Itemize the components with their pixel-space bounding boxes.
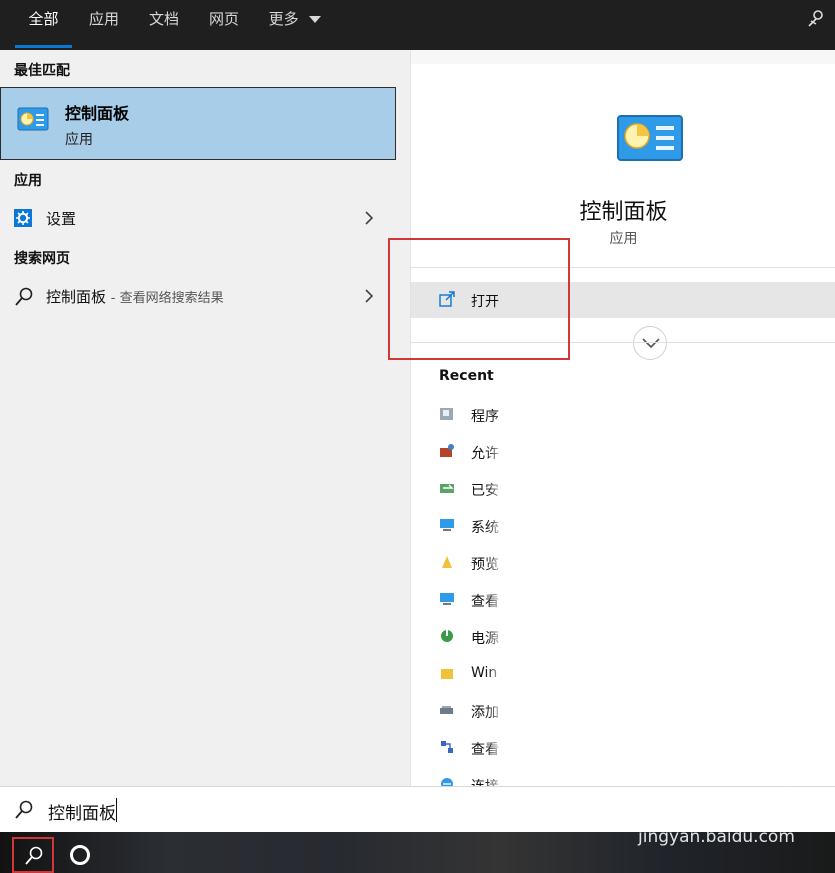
search-icon bbox=[14, 287, 34, 311]
settings-result[interactable]: 设置 bbox=[0, 200, 396, 236]
results-panel: 最佳匹配 控制面板 应用 应用 设置 搜索网页 控制面板 - 查看网络搜索结果 bbox=[0, 50, 410, 786]
best-match-title: 控制面板 bbox=[65, 104, 130, 123]
tab-all[interactable]: 全部 bbox=[15, 0, 72, 50]
blurred-region bbox=[495, 420, 751, 800]
cortana-icon[interactable] bbox=[70, 845, 90, 865]
web-search-result[interactable]: 控制面板 - 查看网络搜索结果 bbox=[0, 278, 396, 314]
programs-icon bbox=[439, 406, 455, 426]
control-panel-icon bbox=[17, 107, 49, 137]
folder-icon bbox=[439, 665, 455, 685]
updates-icon bbox=[439, 480, 457, 500]
best-match-subtitle: 应用 bbox=[65, 132, 93, 148]
preview-card: 控制面板 应用 打开 Recent 程序 允许 已安 系统 预览 查看 电源 W… bbox=[411, 64, 835, 800]
web-result-label: 控制面板 - 查看网络搜索结果 bbox=[46, 286, 224, 307]
recent-item-label: Win bbox=[471, 665, 498, 681]
text-caret bbox=[116, 798, 117, 822]
system-info-icon bbox=[439, 591, 455, 611]
control-panel-large-icon bbox=[616, 114, 684, 168]
preview-panel: 控制面板 应用 打开 Recent 程序 允许 已安 系统 预览 查看 电源 W… bbox=[410, 50, 835, 800]
web-header: 搜索网页 bbox=[14, 251, 70, 267]
tab-apps[interactable]: 应用 bbox=[79, 0, 129, 50]
chevron-down-icon bbox=[642, 338, 660, 349]
web-result-suffix: - 查看网络搜索结果 bbox=[110, 291, 224, 306]
web-result-title: 控制面板 bbox=[46, 288, 107, 306]
feedback-icon bbox=[808, 10, 823, 27]
search-input[interactable] bbox=[46, 799, 346, 823]
tab-documents[interactable]: 文档 bbox=[139, 0, 189, 50]
search-icon bbox=[14, 800, 34, 824]
apps-header: 应用 bbox=[14, 173, 42, 189]
network-icon bbox=[439, 739, 455, 759]
settings-icon bbox=[14, 209, 32, 231]
search-icon bbox=[25, 846, 43, 865]
tab-web[interactable]: 网页 bbox=[199, 0, 249, 50]
best-match-header: 最佳匹配 bbox=[14, 63, 70, 79]
best-match-result[interactable]: 控制面板 应用 bbox=[0, 87, 396, 160]
font-preview-icon bbox=[439, 554, 455, 574]
recent-header: Recent bbox=[439, 368, 494, 384]
watermark-brand: Baidu经验 bbox=[636, 786, 800, 821]
feedback-button[interactable] bbox=[805, 8, 827, 30]
tab-more[interactable]: 更多 bbox=[262, 0, 328, 50]
chevron-down-icon bbox=[309, 16, 322, 23]
settings-label: 设置 bbox=[46, 210, 77, 228]
taskbar-search-button[interactable] bbox=[12, 837, 54, 873]
chevron-right-icon bbox=[362, 288, 376, 303]
annotation-highlight-open bbox=[388, 238, 570, 360]
tab-web-label: 网页 bbox=[208, 10, 239, 28]
preview-title: 控制面板 bbox=[579, 200, 668, 225]
watermark-site: jingyan.baidu.com bbox=[638, 827, 795, 847]
tab-documents-label: 文档 bbox=[148, 10, 179, 28]
power-options-icon bbox=[439, 628, 455, 648]
search-filter-bar: 全部 应用 文档 网页 更多 bbox=[0, 0, 835, 50]
chevron-right-icon bbox=[362, 210, 376, 225]
tab-more-label: 更多 bbox=[268, 10, 299, 28]
expand-button[interactable] bbox=[633, 326, 667, 360]
firewall-icon bbox=[439, 443, 455, 463]
tab-all-label: 全部 bbox=[28, 10, 59, 28]
add-device-icon bbox=[439, 702, 455, 722]
system-icon bbox=[439, 517, 455, 537]
tab-apps-label: 应用 bbox=[88, 10, 119, 28]
baidu-watermark: Baidu经验 jingyan.baidu.com bbox=[636, 778, 816, 854]
